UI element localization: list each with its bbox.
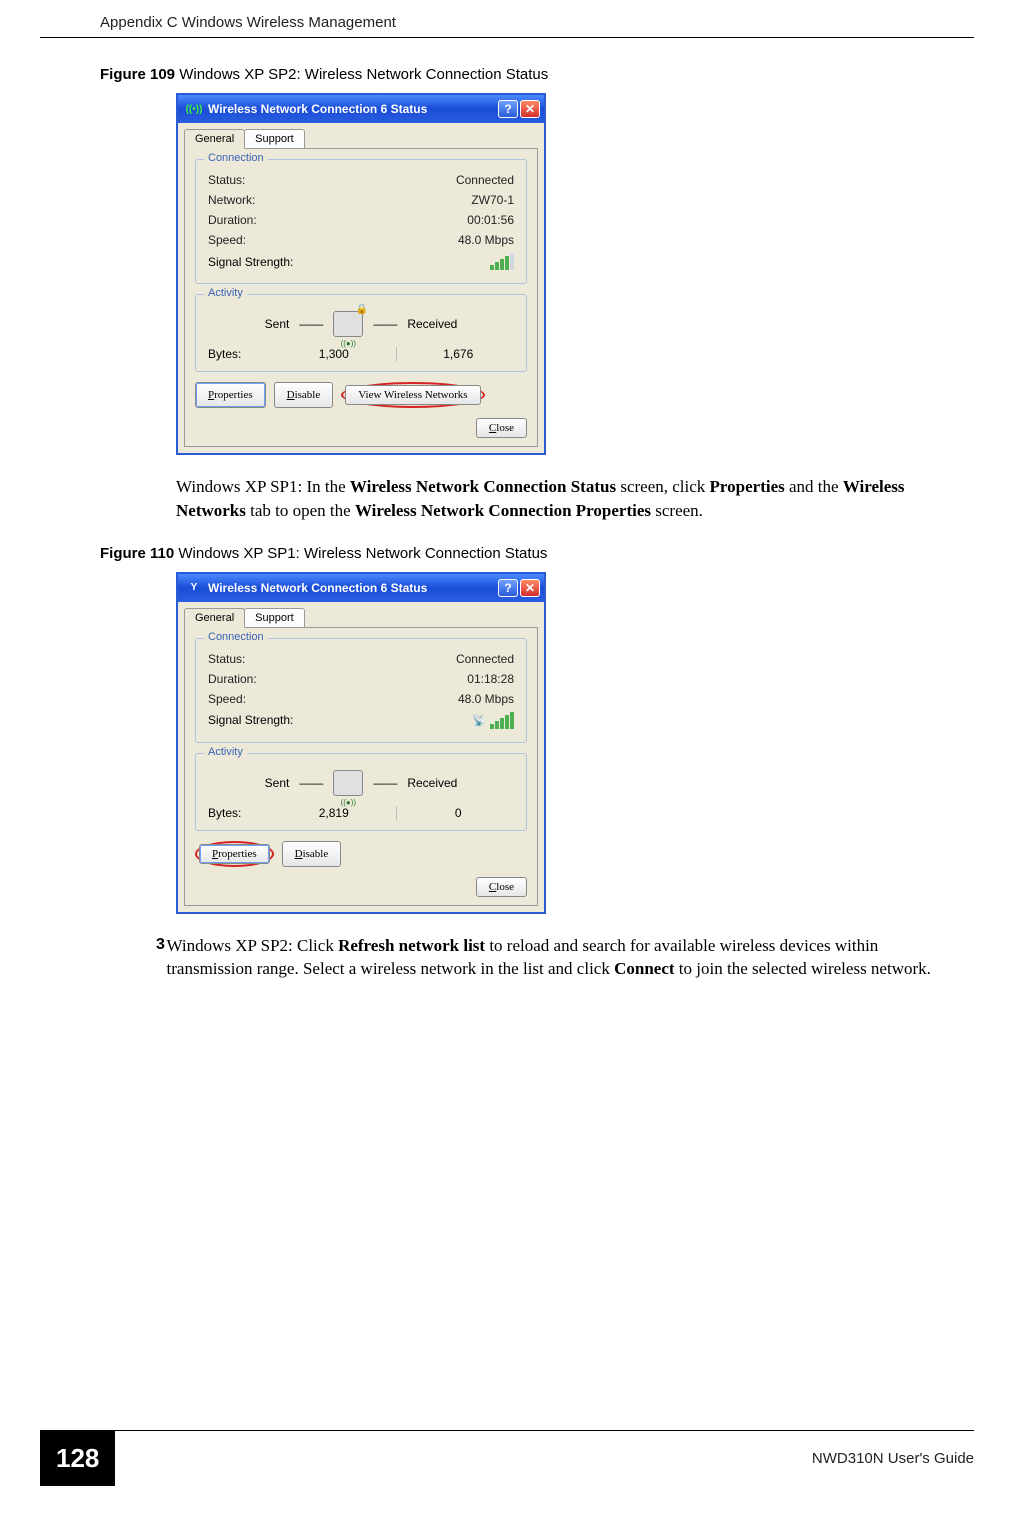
activity-legend: Activity bbox=[204, 287, 247, 299]
figure-110-number: Figure 110 bbox=[100, 545, 174, 562]
speed-value: 48.0 Mbps bbox=[458, 692, 514, 706]
highlight-icon: Properties bbox=[195, 841, 274, 867]
close-row: Close bbox=[195, 412, 527, 438]
properties-button[interactable]: Properties bbox=[199, 844, 270, 864]
signal-strength-indicator: 📡 bbox=[472, 712, 514, 729]
speed-value: 48.0 Mbps bbox=[458, 233, 514, 247]
close-button[interactable]: Close bbox=[476, 877, 527, 897]
activity-group: Activity Sent —— —— Received Bytes: 1,30… bbox=[195, 294, 527, 372]
help-button[interactable]: ? bbox=[498, 100, 518, 118]
signal-label: Signal Strength: bbox=[208, 255, 293, 269]
tab-general[interactable]: General bbox=[184, 129, 245, 149]
button-row: Properties Disable View Wireless Network… bbox=[195, 382, 527, 412]
footer-guide: NWD310N User's Guide bbox=[812, 1450, 974, 1467]
window-title: Wireless Network Connection 6 Status bbox=[208, 581, 498, 595]
dash-icon: —— bbox=[373, 776, 397, 790]
signal-label: Signal Strength: bbox=[208, 713, 293, 727]
bytes-received: 0 bbox=[403, 806, 515, 820]
dash-icon: —— bbox=[299, 776, 323, 790]
page-content: Figure 109 Windows XP SP2: Wireless Netw… bbox=[0, 38, 1014, 981]
figure-109-number: Figure 109 bbox=[100, 66, 175, 83]
bytes-received: 1,676 bbox=[403, 347, 515, 361]
network-value: ZW70-1 bbox=[471, 193, 514, 207]
dialog-sp1-status: Y Wireless Network Connection 6 Status ?… bbox=[176, 572, 546, 914]
tab-support[interactable]: Support bbox=[244, 608, 305, 627]
tabs: General Support bbox=[178, 602, 544, 627]
step-3: 3 Windows XP SP2: Click Refresh network … bbox=[156, 934, 946, 982]
connection-group: Connection Status:Connected Duration:01:… bbox=[195, 638, 527, 743]
disable-button[interactable]: Disable bbox=[274, 382, 334, 408]
properties-button[interactable]: Properties bbox=[195, 382, 266, 408]
dash-icon: —— bbox=[299, 317, 323, 331]
panel: Connection Status: Connected Duration: 01:… bbox=[184, 627, 538, 906]
window-title: Wireless Network Connection 6 Status bbox=[208, 102, 498, 116]
duration-value: 01:18:28 bbox=[467, 672, 514, 686]
sent-label: Sent bbox=[265, 776, 290, 790]
duration-label: Duration: bbox=[208, 672, 257, 686]
button-row: Properties Disable bbox=[195, 841, 527, 871]
panel: Connection Status: Connected Network: ZW70… bbox=[184, 148, 538, 447]
status-label: Status: bbox=[208, 173, 245, 187]
signal-bars-icon bbox=[490, 253, 514, 270]
wireless-icon: ((•)) bbox=[186, 101, 202, 117]
dialog-sp2-status: ((•)) Wireless Network Connection 6 Stat… bbox=[176, 93, 546, 455]
close-row: Close bbox=[195, 871, 527, 897]
tabs: General Support bbox=[178, 123, 544, 148]
paragraph-sp1-intro: Windows XP SP1: In the Wireless Network … bbox=[176, 475, 936, 523]
dash-icon: —— bbox=[373, 317, 397, 331]
speed-label: Speed: bbox=[208, 692, 246, 706]
wireless-icon: Y bbox=[186, 580, 202, 596]
received-label: Received bbox=[407, 317, 457, 331]
connection-legend: Connection bbox=[204, 152, 268, 164]
duration-label: Duration: bbox=[208, 213, 257, 227]
page-header: Appendix C Windows Wireless Management bbox=[40, 0, 974, 38]
figure-110-title: Windows XP SP1: Wireless Network Connect… bbox=[174, 545, 547, 562]
close-x-button[interactable]: ✕ bbox=[520, 579, 540, 597]
step-number: 3 bbox=[156, 934, 167, 982]
status-value: Connected bbox=[456, 173, 514, 187]
divider-icon bbox=[396, 347, 397, 361]
page-footer: 128 NWD310N User's Guide bbox=[40, 1430, 974, 1486]
divider-icon bbox=[396, 806, 397, 820]
connection-legend: Connection bbox=[204, 631, 268, 643]
received-label: Received bbox=[407, 776, 457, 790]
bytes-label: Bytes: bbox=[208, 347, 278, 361]
monitor-icon bbox=[333, 770, 363, 796]
antenna-icon: 📡 bbox=[472, 714, 486, 727]
bytes-sent: 2,819 bbox=[278, 806, 390, 820]
signal-bars-icon bbox=[490, 712, 514, 729]
duration-value: 00:01:56 bbox=[467, 213, 514, 227]
titlebar-buttons: ? ✕ bbox=[498, 100, 540, 118]
tab-support[interactable]: Support bbox=[244, 129, 305, 148]
close-x-button[interactable]: ✕ bbox=[520, 100, 540, 118]
highlight-icon: View Wireless Networks bbox=[341, 382, 484, 408]
connection-group: Connection Status:Connected Network:ZW70… bbox=[195, 159, 527, 284]
disable-button[interactable]: Disable bbox=[282, 841, 342, 867]
figure-109-caption: Figure 109 Windows XP SP2: Wireless Netw… bbox=[100, 66, 954, 83]
tab-general[interactable]: General bbox=[184, 608, 245, 628]
figure-110-caption: Figure 110 Windows XP SP1: Wireless Netw… bbox=[100, 545, 954, 562]
view-wireless-networks-button[interactable]: View Wireless Networks bbox=[345, 385, 480, 405]
step-text: Windows XP SP2: Click Refresh network li… bbox=[167, 934, 946, 982]
header-title: Appendix C Windows Wireless Management bbox=[100, 14, 396, 31]
titlebar-buttons: ? ✕ bbox=[498, 579, 540, 597]
activity-legend: Activity bbox=[204, 746, 247, 758]
titlebar[interactable]: Y Wireless Network Connection 6 Status ?… bbox=[178, 574, 544, 602]
speed-label: Speed: bbox=[208, 233, 246, 247]
monitor-lock-icon bbox=[333, 311, 363, 337]
activity-group: Activity Sent —— —— Received Bytes: 2,81… bbox=[195, 753, 527, 831]
titlebar[interactable]: ((•)) Wireless Network Connection 6 Stat… bbox=[178, 95, 544, 123]
status-label: Status: bbox=[208, 652, 245, 666]
sent-label: Sent bbox=[265, 317, 290, 331]
close-button[interactable]: Close bbox=[476, 418, 527, 438]
page-number: 128 bbox=[40, 1431, 115, 1486]
figure-109-title: Windows XP SP2: Wireless Network Connect… bbox=[175, 66, 548, 83]
status-value: Connected bbox=[456, 652, 514, 666]
network-label: Network: bbox=[208, 193, 255, 207]
bytes-sent: 1,300 bbox=[278, 347, 390, 361]
bytes-label: Bytes: bbox=[208, 806, 278, 820]
help-button[interactable]: ? bbox=[498, 579, 518, 597]
